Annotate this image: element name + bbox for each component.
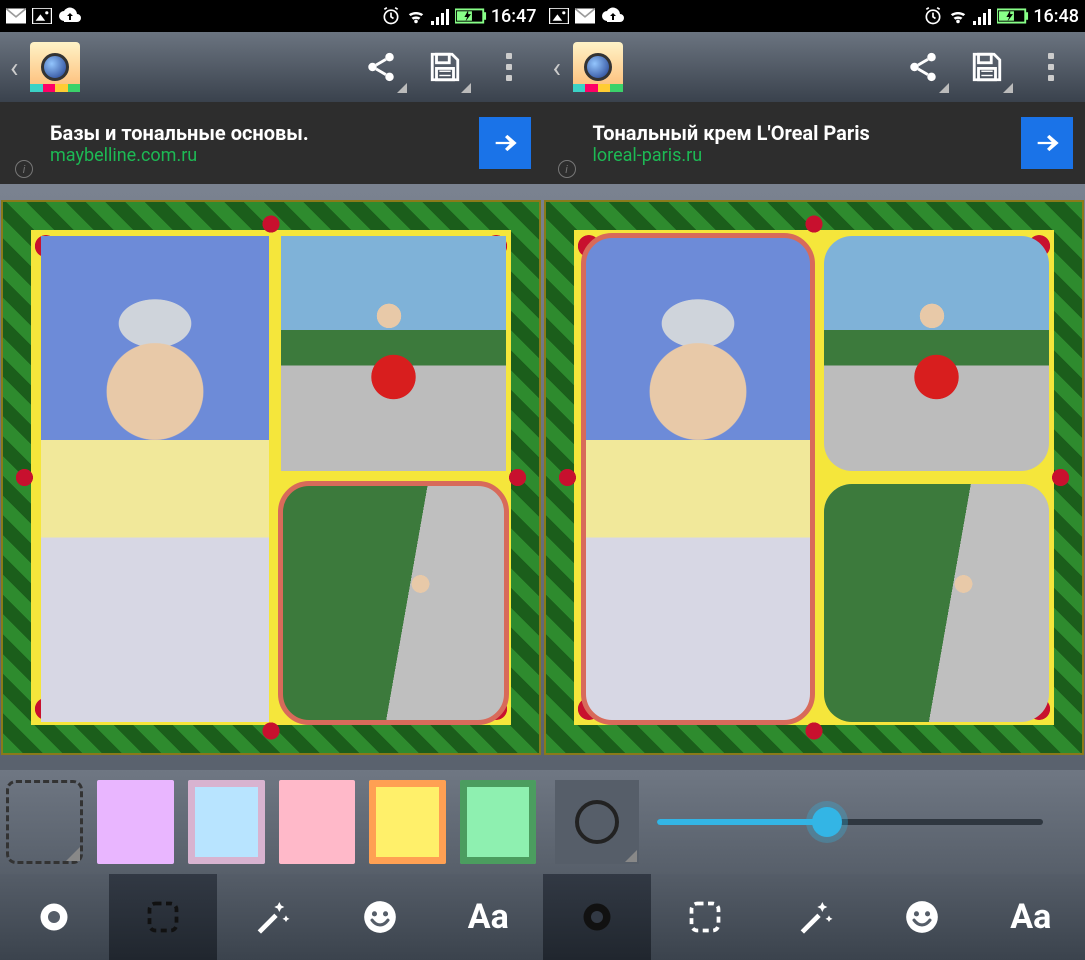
ad-banner[interactable]: i Тональный крем L'Oreal Paris loreal-pa… xyxy=(543,102,1085,184)
collage-slot-2[interactable] xyxy=(824,236,1049,471)
radius-slider[interactable] xyxy=(657,819,1044,825)
collage-frame xyxy=(544,200,1084,755)
tab-shape[interactable] xyxy=(543,874,652,960)
back-button[interactable]: ‹ xyxy=(549,51,565,84)
ad-title: Базы и тональные основы. xyxy=(50,121,479,145)
alarm-icon xyxy=(381,6,401,26)
gmail-icon xyxy=(6,8,26,24)
overflow-menu-button[interactable] xyxy=(1023,39,1079,95)
tab-frame[interactable] xyxy=(109,874,218,960)
bottom-tabs: Aa xyxy=(543,874,1085,960)
tab-text[interactable]: Aa xyxy=(977,874,1085,960)
wifi-icon xyxy=(947,7,969,25)
frame-option-purple[interactable] xyxy=(97,780,174,864)
collage-slot-1[interactable] xyxy=(41,236,269,722)
status-time: 16:48 xyxy=(1033,6,1079,27)
tab-text[interactable]: Aa xyxy=(434,874,543,960)
screen-right: 16:48 ‹ i Тональны xyxy=(543,0,1085,960)
battery-icon xyxy=(997,8,1029,24)
frame-option-yellow[interactable] xyxy=(369,780,446,864)
tab-effects[interactable] xyxy=(760,874,869,960)
frame-option-green[interactable] xyxy=(460,780,537,864)
gmail-icon xyxy=(575,8,595,24)
frame-options-strip[interactable] xyxy=(0,770,543,874)
save-button[interactable] xyxy=(417,39,473,95)
battery-icon xyxy=(455,8,487,24)
collage-slot-2[interactable] xyxy=(281,236,506,471)
bottom-tabs: Aa xyxy=(0,874,543,960)
image-icon xyxy=(549,8,569,24)
ad-arrow-button[interactable] xyxy=(1021,117,1073,169)
ad-domain: maybelline.com.ru xyxy=(50,145,479,166)
screen-left: 16:47 ‹ i Базы и т xyxy=(0,0,543,960)
app-logo-icon[interactable] xyxy=(573,42,623,92)
tab-stickers[interactable] xyxy=(868,874,977,960)
tab-effects[interactable] xyxy=(217,874,326,960)
wifi-icon xyxy=(405,7,427,25)
share-button[interactable] xyxy=(895,39,951,95)
tab-shape[interactable] xyxy=(0,874,109,960)
collage-frame xyxy=(1,200,541,755)
ad-domain: loreal-paris.ru xyxy=(593,145,1022,166)
cloud-upload-icon xyxy=(601,7,625,25)
status-bar: 16:47 xyxy=(0,0,543,32)
save-button[interactable] xyxy=(959,39,1015,95)
app-logo-icon[interactable] xyxy=(30,42,80,92)
collage-canvas[interactable] xyxy=(543,184,1085,770)
share-button[interactable] xyxy=(353,39,409,95)
alarm-icon xyxy=(923,6,943,26)
roundness-toggle[interactable] xyxy=(555,780,639,864)
app-bar: ‹ xyxy=(0,32,543,102)
signal-icon xyxy=(973,7,993,25)
collage-canvas[interactable] xyxy=(0,184,543,770)
status-bar: 16:48 xyxy=(543,0,1085,32)
frame-option-none[interactable] xyxy=(6,780,83,864)
ad-title: Тональный крем L'Oreal Paris xyxy=(593,121,1022,145)
tab-stickers[interactable] xyxy=(326,874,435,960)
ad-info-icon[interactable]: i xyxy=(15,160,33,178)
signal-icon xyxy=(431,7,451,25)
back-button[interactable]: ‹ xyxy=(6,51,22,84)
collage-slot-3[interactable] xyxy=(824,484,1049,722)
collage-slot-1[interactable] xyxy=(584,236,812,722)
collage-slot-3[interactable] xyxy=(281,484,506,722)
ad-banner[interactable]: i Базы и тональные основы. maybelline.co… xyxy=(0,102,543,184)
tab-frame[interactable] xyxy=(651,874,760,960)
cloud-upload-icon xyxy=(58,7,82,25)
corner-radius-control xyxy=(543,770,1085,874)
frame-option-pink[interactable] xyxy=(279,780,356,864)
image-icon xyxy=(32,8,52,24)
app-bar: ‹ xyxy=(543,32,1085,102)
overflow-menu-button[interactable] xyxy=(481,39,537,95)
status-time: 16:47 xyxy=(491,6,537,27)
ad-info-icon[interactable]: i xyxy=(558,160,576,178)
frame-option-blue[interactable] xyxy=(188,780,265,864)
ad-arrow-button[interactable] xyxy=(479,117,531,169)
